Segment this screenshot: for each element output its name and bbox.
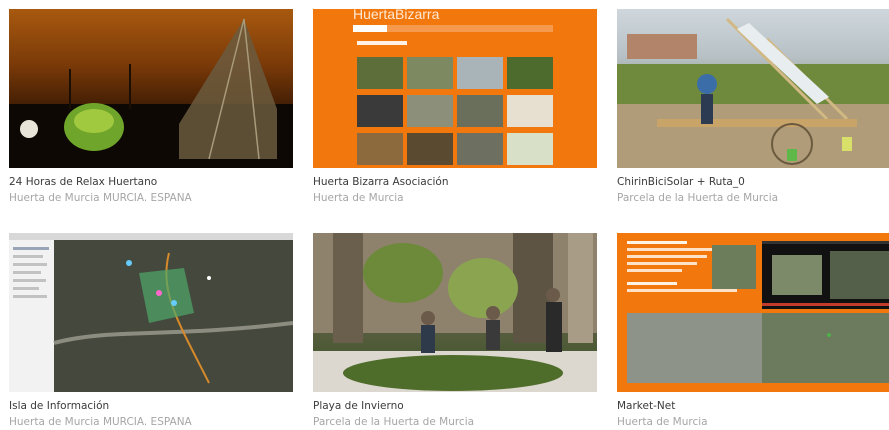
thumb-heading: HuertaBizarra — [353, 9, 440, 22]
project-location: Huerta de Murcia MURCIA. ESPAÑA — [9, 192, 192, 204]
project-title[interactable]: ChirinBiciSolar + Ruta_0 — [617, 176, 889, 188]
satellite-map-image — [9, 233, 293, 392]
thumb-photo — [712, 245, 756, 289]
project-thumbnail[interactable] — [313, 233, 597, 392]
winter-beach-image — [313, 233, 597, 392]
thumb-link — [357, 41, 407, 45]
project-location: Huerta de Murcia — [313, 192, 404, 204]
project-thumbnail[interactable] — [617, 9, 889, 168]
project-title[interactable]: Market-Net — [617, 400, 889, 412]
project-location: Parcela de la Huerta de Murcia — [617, 192, 779, 204]
thumb-nav-active — [353, 25, 387, 32]
project-card[interactable]: Isla de Información Huerta de Murcia MUR… — [9, 233, 293, 428]
thumb-photo — [457, 95, 503, 127]
project-card[interactable]: Playa de Invierno Parcela de la Huerta d… — [313, 233, 597, 428]
thumb-photo — [507, 57, 553, 89]
thumb-photo — [357, 57, 403, 89]
thumb-photo — [407, 95, 453, 127]
thumb-photo — [407, 133, 453, 165]
project-card[interactable]: HuertaBizarra Huerta Bizarra Asociación … — [313, 9, 597, 204]
project-thumbnail[interactable] — [617, 233, 889, 392]
thumb-photo — [357, 95, 403, 127]
project-location: Parcela de la Huerta de Murcia — [313, 416, 475, 428]
map-panel — [627, 313, 889, 383]
thumb-photo — [357, 133, 403, 165]
project-thumbnail[interactable] — [9, 9, 293, 168]
project-location: Huerta de Murcia MURCIA. ESPAÑA — [9, 416, 192, 428]
thumb-photo — [457, 57, 503, 89]
thumb-photo — [407, 57, 453, 89]
solar-bike-image — [617, 17, 889, 168]
thumb-photo — [457, 133, 503, 165]
project-title[interactable]: Huerta Bizarra Asociación — [313, 176, 597, 188]
project-title[interactable]: Playa de Invierno — [313, 400, 597, 412]
project-card[interactable]: 24 Horas de Relax Huertano Huerta de Mur… — [9, 9, 293, 204]
project-thumbnail[interactable] — [9, 233, 293, 392]
project-card[interactable]: Market-Net Huerta de Murcia — [617, 233, 889, 428]
thumb-photo — [507, 95, 553, 127]
project-location: Huerta de Murcia — [617, 416, 708, 428]
thumb-photo — [507, 133, 553, 165]
night-greenhouse-image — [9, 18, 293, 168]
project-grid: 24 Horas de Relax Huertano Huerta de Mur… — [0, 0, 889, 430]
video-player — [762, 241, 889, 309]
project-title[interactable]: Isla de Información — [9, 400, 293, 412]
project-card[interactable]: ChirinBiciSolar + Ruta_0 Parcela de la H… — [617, 9, 889, 204]
project-title[interactable]: 24 Horas de Relax Huertano — [9, 176, 293, 188]
project-thumbnail[interactable]: HuertaBizarra — [313, 9, 597, 168]
